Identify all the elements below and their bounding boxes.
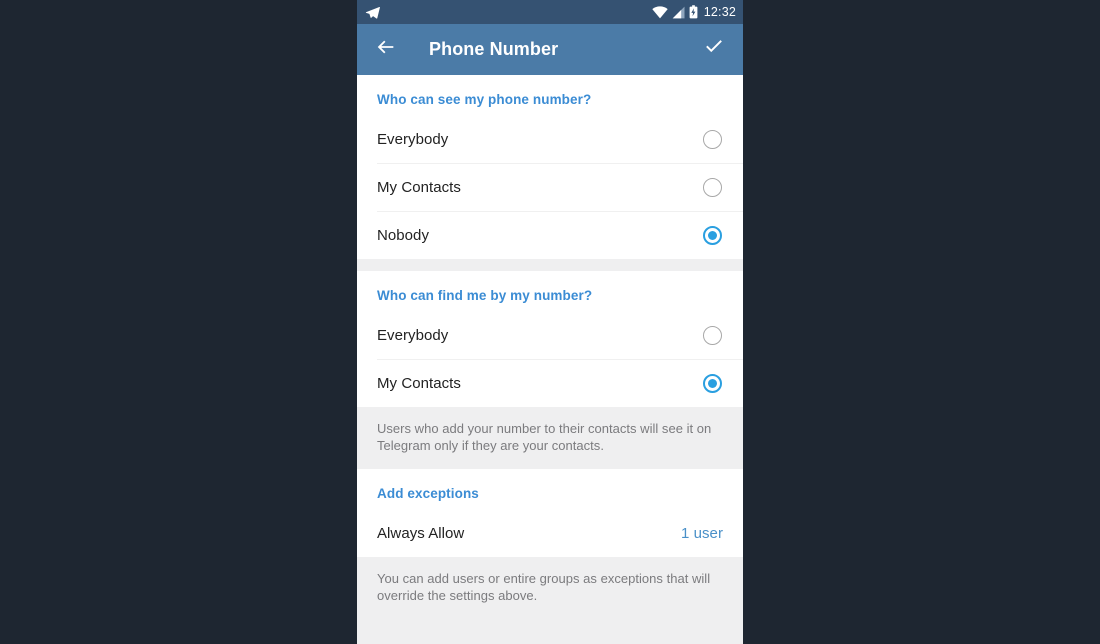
- battery-charging-icon: [689, 5, 698, 19]
- radio-button-selected-icon[interactable]: [703, 226, 722, 245]
- status-bar-notifications: [365, 5, 380, 20]
- option-label: Everybody: [377, 131, 449, 148]
- section-header-add-exceptions: Add exceptions: [377, 486, 479, 501]
- done-button[interactable]: [699, 35, 729, 65]
- screen-root: 12:32 Phone Number Who can see my phone …: [0, 0, 1100, 644]
- option-row-find-everybody[interactable]: Everybody: [357, 312, 743, 359]
- status-bar-indicators: 12:32: [652, 5, 736, 19]
- option-label: My Contacts: [377, 179, 461, 196]
- back-button[interactable]: [371, 35, 401, 65]
- app-bar: Phone Number: [357, 24, 743, 75]
- option-row-always-allow[interactable]: Always Allow 1 user: [357, 510, 743, 557]
- page-title: Phone Number: [429, 39, 559, 59]
- settings-content: Who can see my phone number? Everybody M…: [357, 75, 743, 644]
- back-arrow-icon: [375, 36, 397, 63]
- radio-button-unselected-icon[interactable]: [703, 326, 722, 345]
- radio-button-selected-icon[interactable]: [703, 374, 722, 393]
- section-header-find-by-number: Who can find me by my number?: [377, 288, 593, 303]
- option-label: Always Allow: [377, 525, 465, 542]
- wifi-icon: [652, 5, 668, 19]
- section-header-see-phone-number: Who can see my phone number?: [377, 92, 592, 107]
- telegram-paper-plane-icon: [365, 5, 380, 20]
- check-icon: [703, 36, 725, 63]
- cellular-signal-icon: [672, 6, 685, 19]
- option-row-see-everybody[interactable]: Everybody: [357, 116, 743, 163]
- option-label: Everybody: [377, 327, 449, 344]
- section-find-by-number: Who can find me by my number? Everybody …: [357, 271, 743, 407]
- always-allow-count: 1 user: [681, 525, 723, 542]
- section-separator: [357, 259, 743, 271]
- option-row-see-my-contacts[interactable]: My Contacts: [357, 164, 743, 211]
- section-see-phone-number: Who can see my phone number? Everybody M…: [357, 75, 743, 259]
- radio-button-unselected-icon[interactable]: [703, 178, 722, 197]
- option-row-find-my-contacts[interactable]: My Contacts: [357, 360, 743, 407]
- section-add-exceptions: Add exceptions Always Allow 1 user: [357, 469, 743, 557]
- hint-add-exceptions: You can add users or entire groups as ex…: [357, 557, 743, 619]
- status-bar: 12:32: [357, 0, 743, 24]
- option-label: My Contacts: [377, 375, 461, 392]
- option-label: Nobody: [377, 227, 430, 244]
- phone-viewport: 12:32 Phone Number Who can see my phone …: [357, 0, 743, 644]
- status-bar-clock: 12:32: [703, 5, 736, 19]
- option-row-see-nobody[interactable]: Nobody: [357, 212, 743, 259]
- content-tail-filler: [357, 619, 743, 644]
- hint-find-by-number: Users who add your number to their conta…: [357, 407, 743, 469]
- radio-button-unselected-icon[interactable]: [703, 130, 722, 149]
